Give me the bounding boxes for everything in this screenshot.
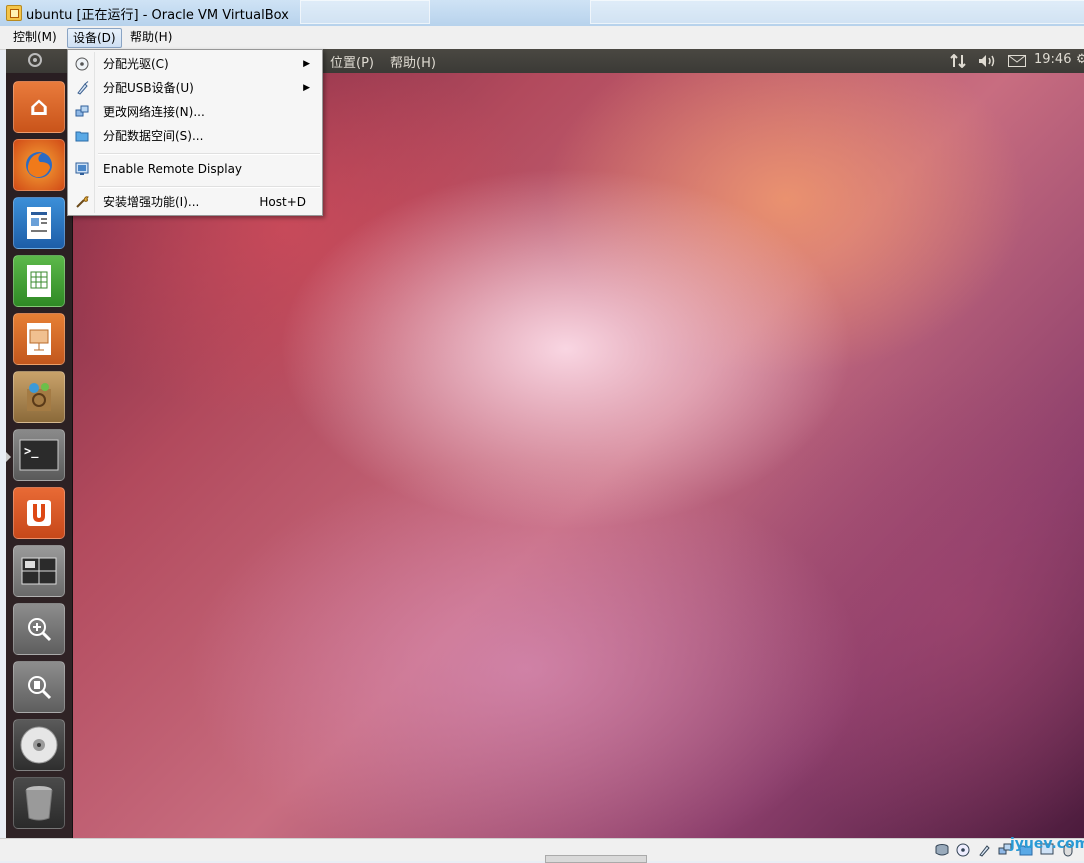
menu-separator bbox=[98, 186, 320, 188]
home-folder-icon[interactable]: ⌂ bbox=[13, 81, 65, 133]
calc-icon[interactable] bbox=[13, 255, 65, 307]
power-icon[interactable]: ⚙ bbox=[1076, 52, 1084, 67]
menu-devices[interactable]: 设备(D) bbox=[67, 28, 122, 48]
network-icon bbox=[75, 105, 89, 117]
title-glass-right bbox=[590, 0, 1084, 24]
guest-menu-help[interactable]: 帮助(H) bbox=[390, 52, 436, 71]
impress-icon[interactable] bbox=[13, 313, 65, 365]
hard-disk-status-icon[interactable] bbox=[935, 843, 949, 857]
workspace-switcher-icon[interactable] bbox=[13, 545, 65, 597]
menu-item-shared-folders[interactable]: 分配数据空间(S)... bbox=[70, 125, 320, 147]
optical-disk-icon bbox=[75, 57, 89, 71]
clock[interactable]: 19:46 bbox=[1034, 52, 1071, 67]
submenu-arrow-icon: ▶ bbox=[303, 59, 310, 69]
menu-control[interactable]: 控制(M) bbox=[8, 28, 62, 46]
guest-menu-places[interactable]: 位置(P) bbox=[330, 52, 374, 71]
zoom-in-icon[interactable] bbox=[13, 603, 65, 655]
install-additions-icon bbox=[76, 196, 89, 208]
menu-item-network[interactable]: 更改网络连接(N)... bbox=[70, 101, 320, 123]
software-center-icon[interactable] bbox=[13, 371, 65, 423]
submenu-arrow-icon: ▶ bbox=[303, 83, 310, 93]
menu-bar: 控制(M) 设备(D) 帮助(H) bbox=[0, 26, 1084, 50]
menu-item-remote-display[interactable]: Enable Remote Display bbox=[70, 158, 320, 180]
usb-icon bbox=[77, 81, 89, 95]
watermark-text: jyuev.com bbox=[1010, 836, 1084, 852]
menu-item-install-additions[interactable]: 安装增强功能(I)... Host+D bbox=[70, 191, 320, 213]
ubuntu-one-icon[interactable] bbox=[13, 487, 65, 539]
shortcut-label: Host+D bbox=[259, 195, 306, 209]
optical-drive-status-icon[interactable] bbox=[956, 843, 970, 857]
usb-status-icon[interactable] bbox=[977, 843, 991, 857]
volume-icon[interactable] bbox=[978, 54, 998, 68]
menu-help[interactable]: 帮助(H) bbox=[125, 28, 177, 46]
cd-icon[interactable] bbox=[13, 719, 65, 771]
firefox-icon[interactable] bbox=[13, 139, 65, 191]
zoom-search-icon[interactable] bbox=[13, 661, 65, 713]
writer-icon[interactable] bbox=[13, 197, 65, 249]
unity-launcher: ⌂ >_ bbox=[6, 73, 73, 838]
title-bar[interactable]: ubuntu [正在运行] - Oracle VM VirtualBox bbox=[0, 0, 1084, 27]
shared-folder-icon bbox=[75, 131, 89, 142]
window-title: ubuntu [正在运行] - Oracle VM VirtualBox bbox=[26, 8, 289, 23]
ubuntu-logo-icon[interactable] bbox=[28, 53, 42, 67]
menu-item-usb[interactable]: 分配USB设备(U) ▶ bbox=[70, 77, 320, 99]
terminal-icon[interactable]: >_ bbox=[13, 429, 65, 481]
status-bar bbox=[0, 838, 1084, 863]
title-glass bbox=[300, 0, 430, 24]
remote-display-icon bbox=[75, 162, 89, 175]
mail-icon[interactable] bbox=[1008, 55, 1026, 67]
status-grip bbox=[545, 855, 647, 863]
devices-menu: 分配光驱(C) ▶ 分配USB设备(U) ▶ 更改网络连接(N)... 分配数据… bbox=[67, 49, 323, 216]
virtualbox-icon bbox=[6, 5, 22, 21]
svg-text:>_: >_ bbox=[24, 444, 39, 459]
menu-item-optical-drive[interactable]: 分配光驱(C) ▶ bbox=[70, 53, 320, 75]
menu-separator bbox=[98, 153, 320, 155]
active-app-indicator bbox=[6, 452, 11, 462]
trash-icon[interactable] bbox=[13, 777, 65, 829]
network-updown-icon[interactable] bbox=[950, 54, 966, 68]
